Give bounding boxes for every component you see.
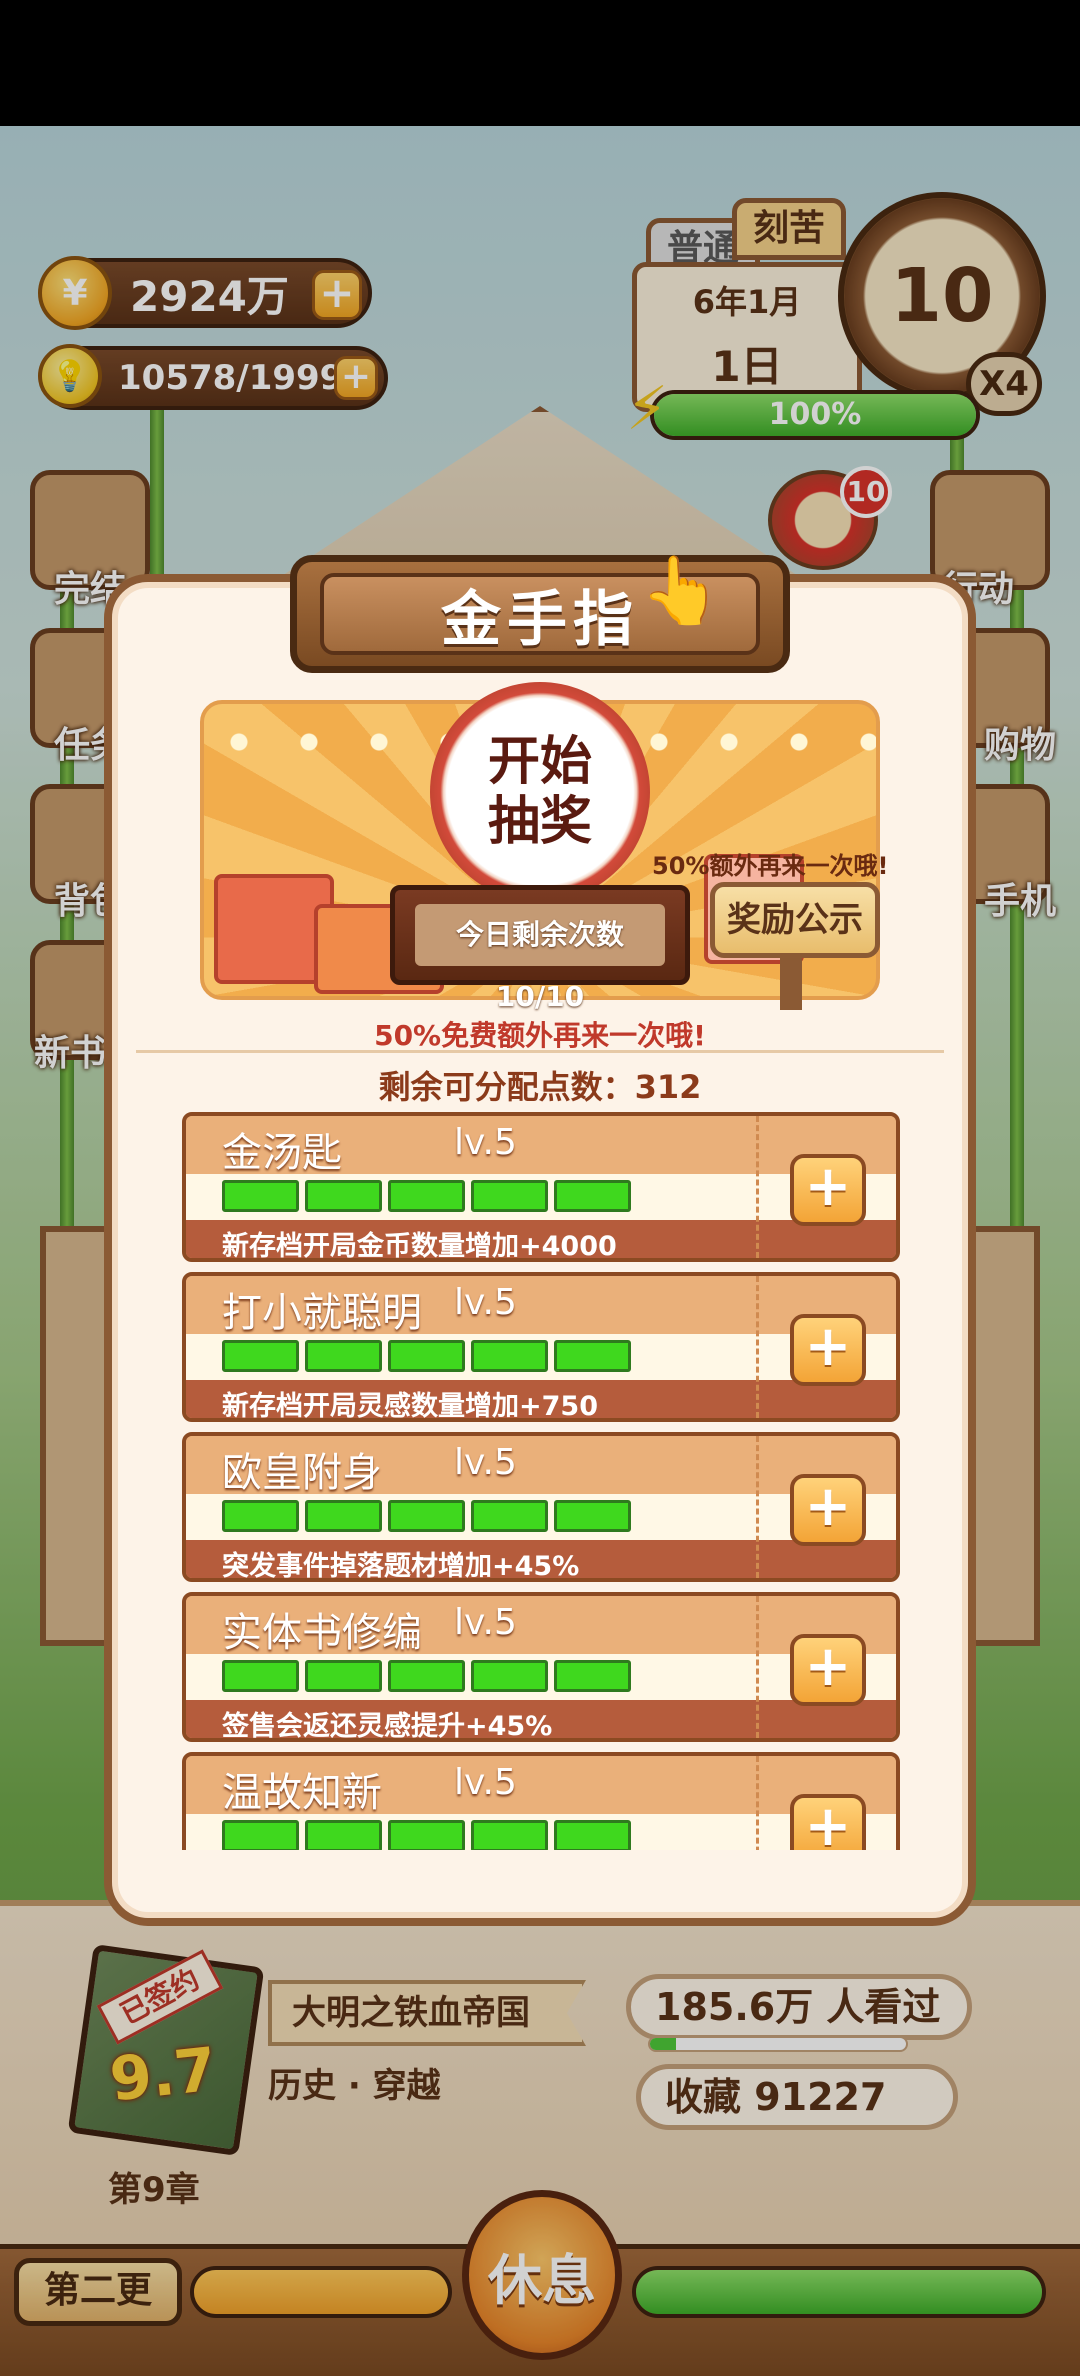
divider — [136, 1050, 944, 1053]
free-extra-line: 50%免费额外再来一次哦! — [374, 1019, 706, 1052]
skill-level-segment — [222, 1500, 299, 1532]
reward-notice-button[interactable]: 奖励公示 — [710, 882, 880, 958]
skill-level-segment — [554, 1660, 631, 1692]
skill-level-segment — [388, 1660, 465, 1692]
skill-level-segment — [471, 1340, 548, 1372]
skill-level: lv.5 — [454, 1282, 517, 1323]
skill-level-segment — [222, 1180, 299, 1212]
skill-row: 温故知新 lv.5 + — [182, 1752, 900, 1850]
skill-upgrade-button[interactable]: + — [790, 1154, 866, 1226]
skill-level-segment — [305, 1500, 382, 1532]
skill-row: 欧皇附身 lv.5 突发事件掉落题材增加+45% + — [182, 1432, 900, 1582]
skill-level-segment — [388, 1820, 465, 1850]
skill-level-segment — [222, 1820, 299, 1850]
skill-row: 实体书修编 lv.5 签售会返还灵感提升+45% + — [182, 1592, 900, 1742]
skill-name: 实体书修编 — [222, 1610, 422, 1656]
skill-upgrade-button[interactable]: + — [790, 1474, 866, 1546]
skill-level-segment — [305, 1660, 382, 1692]
skill-description: 新存档开局灵感数量增加+750 — [222, 1391, 598, 1422]
skill-level-bars — [222, 1180, 631, 1212]
skill-upgrade-button[interactable]: + — [790, 1314, 866, 1386]
skill-level-bars — [222, 1500, 631, 1532]
skill-name: 打小就聪明 — [222, 1290, 422, 1336]
skill-name: 金汤匙 — [222, 1130, 342, 1176]
skill-level-bars — [222, 1340, 631, 1372]
skill-upgrade-button[interactable]: + — [790, 1794, 866, 1850]
skill-level-segment — [222, 1660, 299, 1692]
skill-level-segment — [305, 1180, 382, 1212]
skill-level-segment — [305, 1820, 382, 1850]
skill-level-segment — [388, 1340, 465, 1372]
skill-level-segment — [388, 1500, 465, 1532]
skill-name: 欧皇附身 — [222, 1450, 382, 1496]
skill-upgrade-button[interactable]: + — [790, 1634, 866, 1706]
skill-level-bars — [222, 1820, 631, 1850]
remaining-count-plate: 今日剩余次数10/10 — [390, 885, 690, 1013]
skill-list[interactable]: 金汤匙 lv.5 新存档开局金币数量增加+4000 + 打小就聪明 lv.5 新… — [182, 1112, 902, 1850]
skill-level-segment — [471, 1500, 548, 1532]
skill-row: 打小就聪明 lv.5 新存档开局灵感数量增加+750 + — [182, 1272, 900, 1422]
skill-level-segment — [471, 1660, 548, 1692]
skill-level-segment — [305, 1340, 382, 1372]
start-lottery-button[interactable]: 开始抽奖 — [430, 682, 650, 902]
skill-level: lv.5 — [454, 1442, 517, 1483]
sign-post — [780, 955, 802, 1010]
skill-level-segment — [388, 1180, 465, 1212]
remaining-points: 剩余可分配点数：312 — [378, 1068, 702, 1106]
skill-level-bars — [222, 1660, 631, 1692]
skill-description: 新存档开局金币数量增加+4000 — [222, 1231, 617, 1262]
skill-level: lv.5 — [454, 1602, 517, 1643]
skill-level-segment — [554, 1180, 631, 1212]
skill-description: 突发事件掉落题材增加+45% — [222, 1551, 580, 1582]
pointing-finger-icon: 👆 — [640, 552, 723, 629]
skill-row: 金汤匙 lv.5 新存档开局金币数量增加+4000 + — [182, 1112, 900, 1262]
skill-name: 温故知新 — [222, 1770, 382, 1816]
skill-level-segment — [554, 1500, 631, 1532]
skill-description: 签售会返还灵感提升+45% — [222, 1711, 553, 1742]
skill-level: lv.5 — [454, 1762, 517, 1803]
start-lottery-label: 开始抽奖 — [487, 732, 592, 852]
skill-level-segment — [471, 1180, 548, 1212]
skill-level-segment — [554, 1340, 631, 1372]
remaining-count-text: 今日剩余次数10/10 — [415, 904, 665, 1013]
skill-level-segment — [471, 1820, 548, 1850]
skill-level-segment — [222, 1340, 299, 1372]
skill-level: lv.5 — [454, 1122, 517, 1163]
skill-level-segment — [554, 1820, 631, 1850]
extra-chance-note: 50%额外再来一次哦! — [652, 852, 889, 880]
